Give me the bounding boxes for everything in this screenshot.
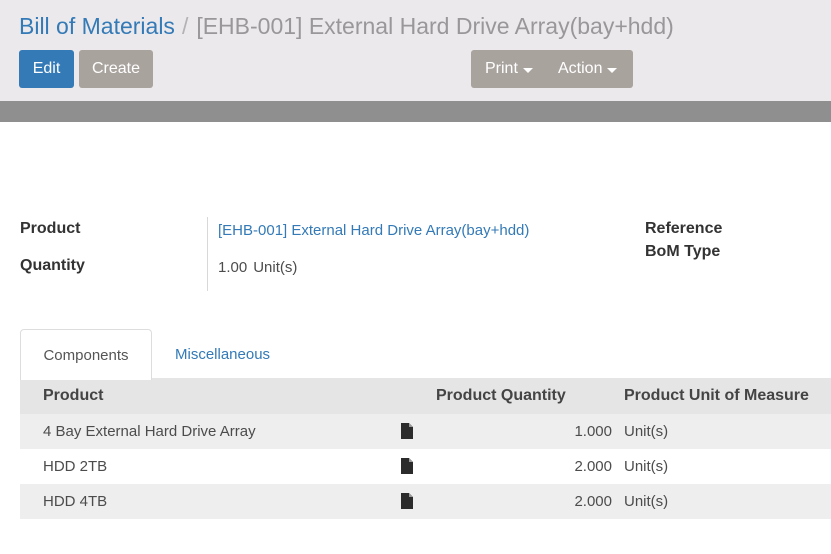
create-button[interactable]: Create [79, 50, 153, 88]
quantity-label: Quantity [20, 257, 85, 274]
tab-miscellaneous[interactable]: Miscellaneous [175, 329, 270, 379]
quantity-unit: Unit(s) [253, 259, 298, 276]
product-label: Product [20, 220, 81, 237]
row-product: HDD 4TB [43, 493, 108, 510]
edit-button[interactable]: Edit [19, 50, 74, 88]
caret-down-icon [522, 67, 533, 73]
table-row[interactable]: HDD 4TB 2.000 Unit(s) [20, 484, 831, 519]
sheet-top-band [0, 101, 831, 122]
document-icon[interactable] [400, 458, 414, 474]
row-quantity: 1.000 [574, 423, 612, 440]
row-product: 4 Bay External Hard Drive Array [43, 423, 256, 440]
row-quantity: 2.000 [574, 493, 612, 510]
print-action-group: Print Action [471, 50, 633, 88]
print-dropdown[interactable]: Print [471, 50, 545, 88]
print-label: Print [485, 60, 518, 77]
row-product: HDD 2TB [43, 458, 108, 475]
document-icon[interactable] [400, 423, 414, 439]
column-header-product[interactable]: Product [43, 387, 103, 405]
column-header-uom[interactable]: Product Unit of Measure [624, 387, 809, 405]
action-dropdown[interactable]: Action [545, 50, 633, 88]
breadcrumb-parent-link[interactable]: Bill of Materials [19, 13, 175, 39]
row-uom: Unit(s) [624, 493, 669, 510]
row-uom: Unit(s) [624, 423, 669, 440]
row-uom: Unit(s) [624, 458, 669, 475]
breadcrumb-separator: / [181, 13, 189, 39]
quantity-value: 1.00 Unit(s) [218, 259, 297, 276]
field-divider [207, 217, 208, 291]
product-value-link[interactable]: [EHB-001] External Hard Drive Array(bay+… [218, 222, 529, 239]
row-quantity: 2.000 [574, 458, 612, 475]
breadcrumb: Bill of Materials / [EHB-001] External Har… [19, 13, 674, 40]
bom-type-label: BoM Type [645, 243, 721, 260]
reference-label: Reference [645, 220, 723, 237]
notebook-tabs: Components Miscellaneous [20, 329, 831, 380]
document-icon[interactable] [400, 493, 414, 509]
breadcrumb-current: [EHB-001] External Hard Drive Array(bay+… [196, 13, 674, 39]
table-row[interactable]: 4 Bay External Hard Drive Array 1.000 Un… [20, 414, 831, 449]
components-table: Product Product Quantity Product Unit of… [20, 378, 831, 519]
caret-down-icon [607, 67, 618, 73]
column-header-product-quantity[interactable]: Product Quantity [436, 387, 566, 405]
action-label: Action [558, 60, 603, 77]
table-row[interactable]: HDD 2TB 2.000 Unit(s) [20, 449, 831, 484]
tab-components[interactable]: Components [20, 329, 152, 380]
quantity-number: 1.00 [218, 259, 248, 276]
control-panel: Bill of Materials / [EHB-001] External Har… [0, 0, 831, 101]
table-header: Product Product Quantity Product Unit of… [20, 378, 831, 414]
